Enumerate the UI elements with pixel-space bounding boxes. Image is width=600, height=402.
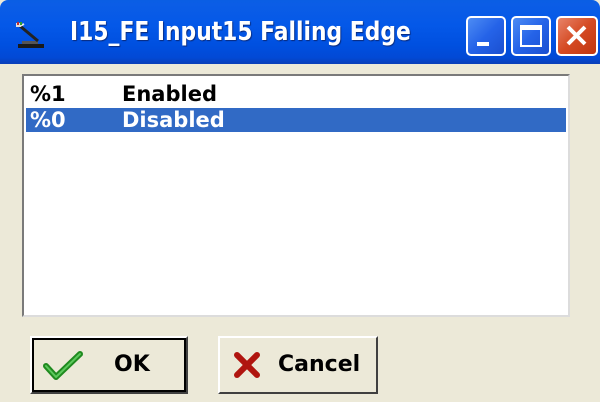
window-title: I15_FE Input15 Falling Edge <box>70 17 411 47</box>
cancel-button[interactable]: Cancel <box>218 336 378 394</box>
close-button[interactable] <box>556 16 598 56</box>
minimize-button[interactable] <box>466 16 506 56</box>
x-icon <box>232 350 262 386</box>
tool-icon <box>14 22 48 50</box>
minimize-icon <box>477 42 489 46</box>
option-label: Disabled <box>122 108 225 132</box>
close-icon <box>566 25 587 46</box>
option-label: Enabled <box>122 82 217 106</box>
list-item-disabled[interactable]: %0 Disabled <box>26 108 566 132</box>
ok-label: OK <box>114 352 150 377</box>
ok-button[interactable]: OK <box>30 336 188 394</box>
options-listbox[interactable]: %1 Enabled %0 Disabled <box>22 74 570 317</box>
maximize-icon <box>520 25 542 47</box>
option-code: %0 <box>30 108 66 132</box>
title-bar[interactable]: I15_FE Input15 Falling Edge <box>0 0 600 64</box>
list-item-enabled[interactable]: %1 Enabled <box>26 82 566 106</box>
cancel-label: Cancel <box>278 352 361 377</box>
maximize-button[interactable] <box>511 16 551 56</box>
option-code: %1 <box>30 82 66 106</box>
checkmark-icon <box>42 350 86 388</box>
dialog-window: I15_FE Input15 Falling Edge %1 Enabled %… <box>0 0 600 402</box>
